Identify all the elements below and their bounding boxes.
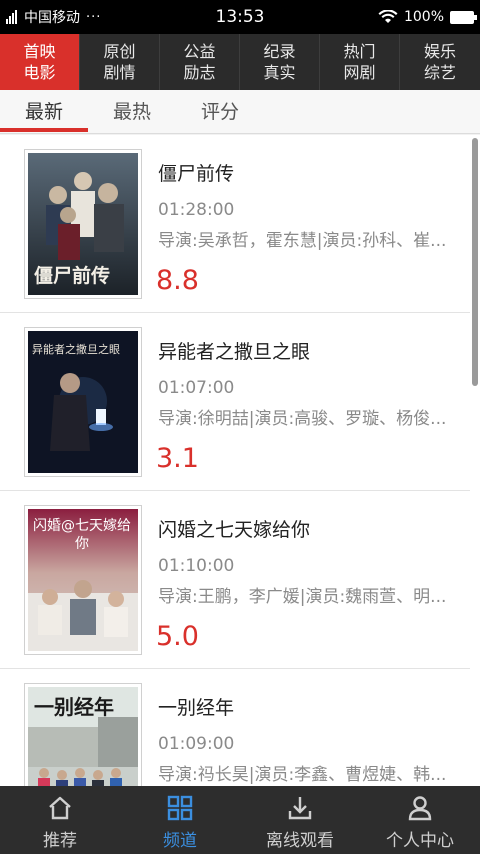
movie-list-item[interactable]: 僵尸前传 僵尸前传 01:28:00 导演:吴承哲，霍东慧|演员:孙科、崔...…: [0, 135, 470, 313]
category-tab-hot-web-drama[interactable]: 热门 网剧: [320, 34, 400, 90]
wifi-icon: [378, 10, 398, 23]
bottom-navigation: 推荐 频道 离线观看 个人中心: [0, 786, 480, 854]
movie-title[interactable]: 僵尸前传: [158, 159, 234, 186]
nav-channel[interactable]: 频道: [120, 786, 240, 854]
grid-icon: [167, 795, 193, 821]
poster-title-text: 一别经年: [34, 695, 114, 719]
sort-tab-hottest[interactable]: 最热: [88, 90, 176, 134]
movie-score: 3.1: [156, 443, 199, 474]
poster-title-text: 闪婚@七天嫁给你: [33, 518, 131, 552]
poster-title-text: 异能者之撒旦之眼: [32, 343, 120, 356]
nav-recommend-label: 推荐: [43, 831, 77, 851]
sort-tab-rating[interactable]: 评分: [176, 90, 264, 134]
app-screen: { "status_bar": { "carrier": "中国移动", "si…: [0, 0, 480, 854]
movie-list-item[interactable]: 异能者之撒旦之眼 异能者之撒旦之眼 01:07:00 导演:徐明喆|演员:高骏、…: [0, 313, 470, 491]
movie-duration: 01:10:00: [158, 556, 235, 576]
battery-icon: [450, 10, 477, 24]
nav-recommend[interactable]: 推荐: [0, 786, 120, 854]
movie-list[interactable]: 僵尸前传 僵尸前传 01:28:00 导演:吴承哲，霍东慧|演员:孙科、崔...…: [0, 135, 480, 786]
category-tab-original-drama[interactable]: 原创 剧情: [80, 34, 160, 90]
movie-poster[interactable]: 僵尸前传: [24, 149, 142, 299]
carrier-name: 中国移动: [24, 10, 80, 26]
movie-poster[interactable]: 闪婚@七天嫁给你: [24, 505, 142, 655]
movie-title[interactable]: 异能者之撒旦之眼: [158, 337, 310, 364]
movie-poster[interactable]: 异能者之撒旦之眼: [24, 327, 142, 477]
category-tab-charity-inspiration[interactable]: 公益 励志: [160, 34, 240, 90]
movie-duration: 01:07:00: [158, 378, 235, 398]
movie-credits: 导演:徐明喆|演员:高骏、罗璇、杨俊...: [158, 409, 447, 429]
nav-profile-label: 个人中心: [386, 831, 454, 851]
movie-list-item[interactable]: 闪婚@七天嫁给你 闪婚之七天嫁给你 01:10:00 导演:王鹏，李广媛|演员:…: [0, 491, 470, 669]
movie-poster[interactable]: 一别经年: [24, 683, 142, 786]
poster-title-text: 僵尸前传: [34, 265, 111, 287]
movie-credits: 导演:吴承哲，霍东慧|演员:孙科、崔...: [158, 231, 447, 251]
list-scrollbar[interactable]: [472, 138, 478, 386]
person-icon: [408, 796, 432, 821]
nav-offline[interactable]: 离线观看: [240, 786, 360, 854]
cellular-signal-icon: [6, 10, 18, 24]
movie-title[interactable]: 一别经年: [158, 693, 234, 720]
movie-credits: 导演:王鹏，李广媛|演员:魏雨萱、明...: [158, 587, 447, 607]
movie-title[interactable]: 闪婚之七天嫁给你: [158, 515, 310, 542]
movie-credits: 导演:祃长昊|演员:李鑫、曹煜婕、韩...: [158, 765, 447, 785]
category-tab-documentary[interactable]: 纪录 真实: [240, 34, 320, 90]
movie-duration: 01:28:00: [158, 200, 235, 220]
movie-list-item[interactable]: 一别经年 一别经年 01:09:00 导演:祃长昊|演员:李鑫、曹煜婕、韩...: [0, 669, 470, 786]
status-bar: 中国移动 ··· 13:53 100%: [0, 0, 480, 34]
home-icon: [49, 796, 71, 820]
movie-score: 5.0: [156, 621, 199, 652]
nav-offline-label: 离线观看: [266, 831, 334, 851]
movie-duration: 01:09:00: [158, 734, 235, 754]
nav-channel-label: 频道: [163, 831, 197, 851]
download-icon: [288, 797, 312, 820]
sort-tab-indicator: [0, 128, 88, 132]
category-tab-premiere-film[interactable]: 首映 电影: [0, 34, 80, 90]
category-tab-bar: 首映 电影 原创 剧情 公益 励志 纪录 真实 热门 网剧 娱乐 综艺: [0, 34, 480, 90]
more-notifications-icon: ···: [86, 9, 102, 25]
nav-profile[interactable]: 个人中心: [360, 786, 480, 854]
movie-score: 8.8: [156, 265, 199, 296]
battery-percent: 100%: [403, 9, 444, 25]
category-tab-variety[interactable]: 娱乐 综艺: [400, 34, 480, 90]
